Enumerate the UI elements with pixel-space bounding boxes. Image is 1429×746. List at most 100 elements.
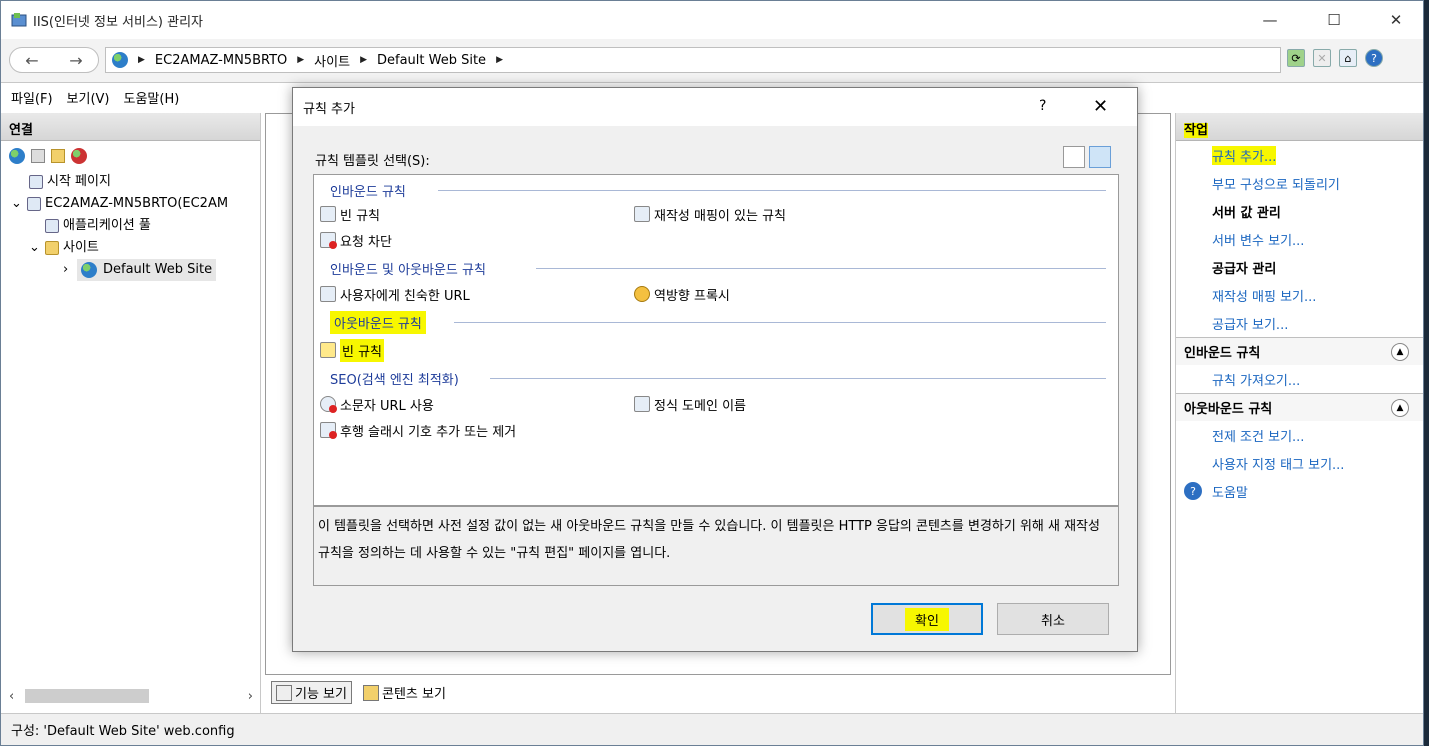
action-view-rewrite-maps[interactable]: 재작성 매핑 보기... (1176, 281, 1423, 309)
tree-item-default-web-site[interactable]: › Default Web Site (7, 259, 260, 281)
rewrite-map-icon (634, 206, 650, 222)
window-title: IIS(인터넷 정보 서비스) 관리자 (33, 14, 204, 30)
template-trailing-slash[interactable]: 후행 슬래시 기호 추가 또는 제거 (320, 419, 516, 441)
help-icon: ? (1184, 482, 1202, 500)
expand-arrow-icon[interactable]: ⌄ (11, 193, 27, 215)
maximize-button[interactable]: ☐ (1311, 1, 1357, 39)
address-bar: ← → ▶ EC2AMAZ-MN5BRTO ▶ 사이트 ▶ Default We… (1, 39, 1423, 83)
breadcrumb-separator-icon[interactable]: ▶ (360, 55, 367, 65)
back-button[interactable]: ← (25, 51, 38, 70)
template-outbound-blank-rule[interactable]: 빈 규칙 (320, 338, 385, 362)
help-icon[interactable]: ? (1365, 49, 1383, 67)
outbound-rules-section[interactable]: 아웃바운드 규칙 ▲ (1176, 393, 1423, 421)
dialog-title-bar: 규칙 추가 (293, 88, 1137, 126)
friendly-url-icon (320, 286, 336, 302)
breadcrumb-separator-icon[interactable]: ▶ (297, 55, 304, 65)
template-friendly-url[interactable]: 사용자에게 친숙한 URL (320, 283, 470, 305)
forward-button[interactable]: → (69, 51, 82, 70)
template-rewrite-map-rule[interactable]: 재작성 매핑이 있는 규칙 (634, 203, 786, 225)
breadcrumb-default-web-site[interactable]: Default Web Site (377, 53, 486, 68)
tree-item-sites[interactable]: ⌄ 사이트 (7, 237, 260, 259)
canonical-domain-icon (634, 396, 650, 412)
globe-icon (112, 52, 128, 68)
template-canonical-domain[interactable]: 정식 도메인 이름 (634, 393, 746, 415)
menu-help[interactable]: 도움말(H) (124, 88, 180, 107)
cancel-button[interactable]: 취소 (997, 603, 1109, 635)
scroll-thumb[interactable] (25, 689, 149, 703)
group-divider (536, 268, 1106, 269)
refresh-icon[interactable]: ⟳ (1287, 49, 1305, 67)
action-revert-parent[interactable]: 부모 구성으로 되돌리기 (1176, 169, 1423, 197)
disconnect-icon[interactable] (71, 148, 87, 164)
close-button[interactable]: ✕ (1373, 1, 1419, 39)
template-lowercase-url[interactable]: 소문자 URL 사용 (320, 393, 434, 415)
lowercase-url-icon (320, 396, 337, 413)
group-seo: SEO(검색 엔진 최적화) (330, 372, 459, 388)
status-bar: 구성: 'Default Web Site' web.config (1, 713, 1423, 745)
connections-pane: 연결 시작 페이지 ⌄ EC2AMAZ-MN5BRTO(EC2AM 애플리케이션 … (1, 113, 261, 713)
action-view-custom-tags[interactable]: 사용자 지정 태그 보기... (1176, 449, 1423, 477)
template-request-block[interactable]: 요청 차단 (320, 229, 392, 251)
scroll-right-icon[interactable]: › (248, 689, 253, 704)
template-description: 이 템플릿을 선택하면 사전 설정 값이 없는 새 아웃바운드 규칙을 만들 수… (313, 506, 1119, 586)
menu-file[interactable]: 파일(F) (11, 88, 53, 107)
list-view-icon[interactable] (1063, 146, 1085, 168)
group-inbound: 인바운드 규칙 (330, 184, 406, 200)
template-label: 규칙 템플릿 선택(S): (315, 154, 430, 169)
tree-item-start-page[interactable]: 시작 페이지 (7, 171, 260, 193)
features-view-tab[interactable]: 기능 보기 (271, 681, 352, 704)
scroll-left-icon[interactable]: ‹ (9, 689, 14, 704)
action-help[interactable]: ? 도움말 (1176, 477, 1423, 505)
tree-item-app-pools[interactable]: 애플리케이션 풀 (7, 215, 260, 237)
collapse-icon[interactable]: ▲ (1391, 398, 1409, 417)
iis-app-icon (11, 12, 27, 28)
request-block-icon (320, 232, 337, 249)
breadcrumb-server[interactable]: EC2AMAZ-MN5BRTO (155, 53, 287, 68)
tile-view-icon[interactable] (1089, 146, 1111, 168)
breadcrumb-separator-icon[interactable]: ▶ (138, 55, 145, 65)
menu-view[interactable]: 보기(V) (67, 88, 110, 107)
collapse-icon[interactable]: ▲ (1391, 342, 1409, 361)
template-list: 인바운드 규칙 빈 규칙 재작성 매핑이 있는 규칙 요청 차단 인바운드 및 … (313, 174, 1119, 506)
action-view-providers[interactable]: 공급자 보기... (1176, 309, 1423, 337)
collapse-arrow-icon[interactable]: › (63, 259, 77, 281)
expand-arrow-icon[interactable]: ⌄ (29, 237, 45, 259)
action-add-rule[interactable]: 규칙 추가... (1176, 141, 1423, 169)
actions-title: 작업 (1176, 113, 1423, 141)
group-divider (490, 378, 1106, 379)
connections-hscroll[interactable]: ‹ › (1, 685, 261, 707)
save-icon[interactable] (31, 149, 45, 163)
connections-tree: 시작 페이지 ⌄ EC2AMAZ-MN5BRTO(EC2AM 애플리케이션 풀 ⌄… (1, 171, 260, 281)
content-view-icon (362, 684, 379, 701)
connections-title: 연결 (1, 113, 260, 141)
connect-icon[interactable] (9, 148, 25, 164)
providers-heading: 공급자 관리 (1212, 261, 1277, 277)
group-divider (438, 190, 1106, 191)
breadcrumb-sites[interactable]: 사이트 (314, 51, 350, 70)
home-icon[interactable]: ⌂ (1339, 49, 1357, 67)
features-view-icon (276, 684, 292, 701)
action-import-rules[interactable]: 규칙 가져오기... (1176, 365, 1423, 393)
tree-item-server[interactable]: ⌄ EC2AMAZ-MN5BRTO(EC2AM (7, 193, 260, 215)
group-outbound: 아웃바운드 규칙 (330, 310, 426, 334)
action-view-preconditions[interactable]: 전제 조건 보기... (1176, 421, 1423, 449)
breadcrumb[interactable]: ▶ EC2AMAZ-MN5BRTO ▶ 사이트 ▶ Default Web Si… (105, 47, 1281, 73)
stop-icon[interactable]: ✕ (1313, 49, 1331, 67)
actions-pane: 작업 규칙 추가... 부모 구성으로 되돌리기 서버 값 관리 서버 변수 보… (1175, 113, 1423, 713)
template-reverse-proxy[interactable]: 역방향 프록시 (634, 283, 730, 305)
view-switcher: 기능 보기 콘텐츠 보기 (271, 681, 451, 704)
start-page-icon (29, 175, 43, 189)
ok-button[interactable]: 확인 (871, 603, 983, 635)
action-view-server-vars[interactable]: 서버 변수 보기... (1176, 225, 1423, 253)
template-inbound-blank-rule[interactable]: 빈 규칙 (320, 203, 380, 225)
dialog-help-button[interactable]: ? (1039, 98, 1046, 114)
content-view-tab[interactable]: 콘텐츠 보기 (358, 681, 451, 704)
minimize-button[interactable]: — (1247, 1, 1293, 39)
group-inbound-outbound: 인바운드 및 아웃바운드 규칙 (330, 262, 486, 278)
up-folder-icon[interactable] (51, 149, 65, 163)
server-vars-heading: 서버 값 관리 (1212, 205, 1281, 221)
dialog-close-button[interactable]: ✕ (1093, 96, 1108, 117)
breadcrumb-separator-icon[interactable]: ▶ (496, 55, 503, 65)
inbound-rules-section[interactable]: 인바운드 규칙 ▲ (1176, 337, 1423, 365)
server-icon (27, 197, 41, 211)
